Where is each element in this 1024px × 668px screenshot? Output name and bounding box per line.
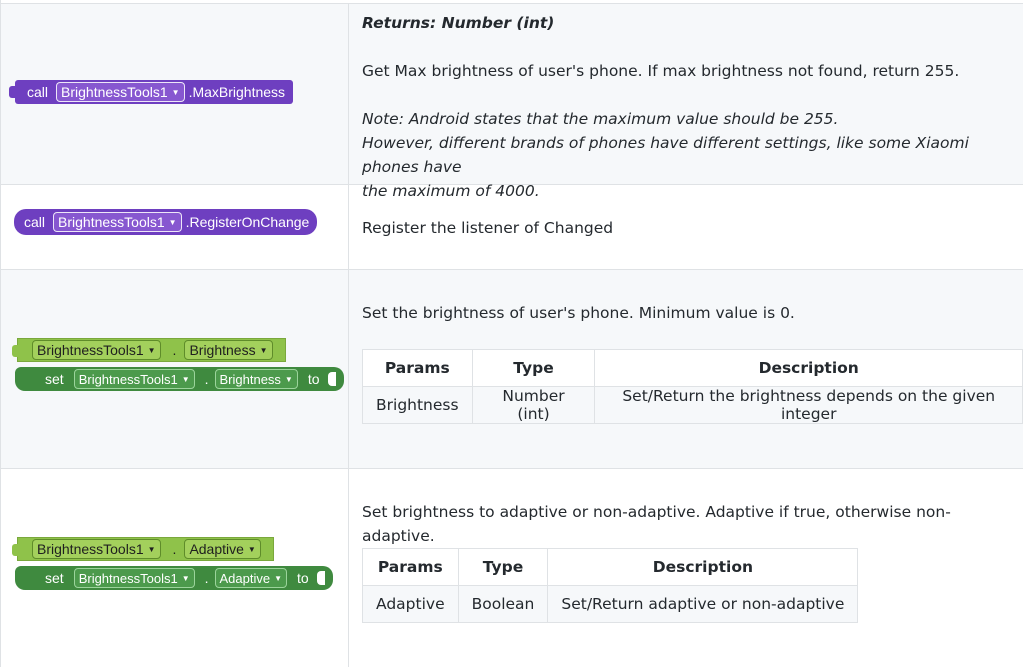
method-name: .MaxBrightness (188, 84, 286, 100)
method-row-register-on-change: call BrightnessTools1 ▼ .RegisterOnChang… (1, 185, 1023, 270)
block-keyword: set (45, 570, 64, 586)
chevron-down-icon: ▼ (274, 573, 283, 583)
block-keyword: call (24, 214, 46, 230)
table-row: Adaptive Boolean Set/Return adaptive or … (362, 585, 859, 623)
property-description: Set the brightness of user's phone. Mini… (362, 304, 795, 322)
param-description: Set/Return the brightness depends on the… (594, 386, 1023, 424)
component-name: BrightnessTools1 (58, 214, 165, 230)
chevron-down-icon: ▼ (247, 544, 256, 554)
block-cell: BrightnessTools1 ▼ . Brightness ▼ set Br… (1, 270, 349, 468)
param-description: Set/Return adaptive or non-adaptive (547, 585, 859, 623)
method-description: Register the listener of Changed (362, 219, 614, 237)
description-header: Description (547, 548, 859, 586)
method-name: .RegisterOnChange (185, 214, 310, 230)
chevron-down-icon: ▼ (181, 573, 190, 583)
chevron-down-icon: ▼ (168, 217, 177, 227)
property-dropdown[interactable]: Adaptive ▼ (214, 568, 288, 588)
block-cell: call BrightnessTools1 ▼ .MaxBrightness (1, 4, 349, 184)
param-type: Number (int) (471, 386, 596, 424)
params-header: Params (362, 349, 473, 387)
chevron-down-icon: ▼ (147, 345, 156, 355)
component-dropdown[interactable]: BrightnessTools1 ▼ (73, 369, 195, 389)
component-name: BrightnessTools1 (78, 371, 178, 387)
method-description: Get Max brightness of user's phone. If m… (362, 62, 960, 80)
params-table: Params Type Description Adaptive Boolean… (362, 548, 859, 623)
property-name: Brightness (189, 342, 256, 358)
type-header: Type (471, 349, 596, 387)
to-label: to (297, 570, 309, 586)
component-dropdown[interactable]: BrightnessTools1 ▼ (73, 568, 195, 588)
param-name: Adaptive (362, 585, 459, 623)
description-header: Description (594, 349, 1023, 387)
call-register-on-change-block[interactable]: call BrightnessTools1 ▼ .RegisterOnChang… (14, 209, 318, 235)
note-line-2: However, different brands of phones have… (362, 134, 969, 176)
component-name: BrightnessTools1 (37, 541, 144, 557)
property-description: Set brightness to adaptive or non-adapti… (362, 503, 951, 545)
params-header: Params (362, 548, 459, 586)
block-keyword: call (27, 84, 49, 100)
property-dropdown[interactable]: Adaptive ▼ (184, 539, 261, 559)
params-table: Params Type Description Brightness Numbe… (362, 349, 1023, 424)
description-cell: Returns: Number (int) Get Max brightness… (349, 4, 1023, 200)
chevron-down-icon: ▼ (171, 87, 180, 97)
getter-adaptive-block[interactable]: BrightnessTools1 ▼ . Adaptive ▼ (12, 537, 274, 561)
method-row-max-brightness: call BrightnessTools1 ▼ .MaxBrightness R… (1, 3, 1023, 200)
note-line-1: Note: Android states that the maximum va… (362, 110, 839, 128)
property-row-brightness: BrightnessTools1 ▼ . Brightness ▼ set Br… (1, 270, 1023, 469)
component-dropdown[interactable]: BrightnessTools1 ▼ (56, 82, 185, 102)
table-row: Brightness Number (int) Set/Return the b… (362, 386, 1023, 424)
setter-adaptive-block[interactable]: set BrightnessTools1 ▼ . Adaptive ▼ to (15, 566, 333, 590)
chevron-down-icon: ▼ (147, 544, 156, 554)
returns-label: Returns: Number (int) (362, 14, 555, 32)
call-max-brightness-block[interactable]: call BrightnessTools1 ▼ .MaxBrightness (9, 80, 294, 104)
param-name: Brightness (362, 386, 473, 424)
property-name: Brightness (219, 371, 281, 387)
chevron-down-icon: ▼ (259, 345, 268, 355)
component-name: BrightnessTools1 (37, 342, 144, 358)
property-row-adaptive: BrightnessTools1 ▼ . Adaptive ▼ set Brig… (1, 469, 1023, 667)
property-dropdown[interactable]: Brightness ▼ (184, 340, 273, 360)
component-dropdown[interactable]: BrightnessTools1 ▼ (32, 340, 161, 360)
chevron-down-icon: ▼ (181, 374, 190, 384)
dot-separator: . (204, 570, 209, 586)
chevron-down-icon: ▼ (284, 374, 293, 384)
documentation-table: call BrightnessTools1 ▼ .MaxBrightness R… (0, 0, 1023, 667)
component-name: BrightnessTools1 (61, 84, 168, 100)
component-name: BrightnessTools1 (78, 570, 178, 586)
to-label: to (307, 371, 320, 387)
property-dropdown[interactable]: Brightness ▼ (214, 369, 298, 389)
component-dropdown[interactable]: BrightnessTools1 ▼ (53, 212, 182, 232)
setter-brightness-block[interactable]: set BrightnessTools1 ▼ . Brightness ▼ to (15, 367, 344, 391)
property-name: Adaptive (219, 570, 271, 586)
dot-separator: . (204, 371, 209, 387)
block-keyword: set (45, 371, 64, 387)
block-cell: BrightnessTools1 ▼ . Adaptive ▼ set Brig… (1, 469, 349, 667)
input-socket[interactable] (327, 372, 336, 386)
type-header: Type (457, 548, 549, 586)
component-dropdown[interactable]: BrightnessTools1 ▼ (32, 539, 161, 559)
property-name: Adaptive (189, 541, 244, 557)
description-cell: Set the brightness of user's phone. Mini… (349, 270, 1023, 468)
param-type: Boolean (457, 585, 549, 623)
getter-brightness-block[interactable]: BrightnessTools1 ▼ . Brightness ▼ (12, 338, 286, 362)
block-cell: call BrightnessTools1 ▼ .RegisterOnChang… (1, 185, 349, 269)
description-cell: Set brightness to adaptive or non-adapti… (349, 469, 1023, 667)
input-socket[interactable] (316, 571, 325, 585)
dot-separator: . (172, 541, 177, 557)
description-cell: Register the listener of Changed (349, 185, 1023, 269)
dot-separator: . (172, 342, 177, 358)
